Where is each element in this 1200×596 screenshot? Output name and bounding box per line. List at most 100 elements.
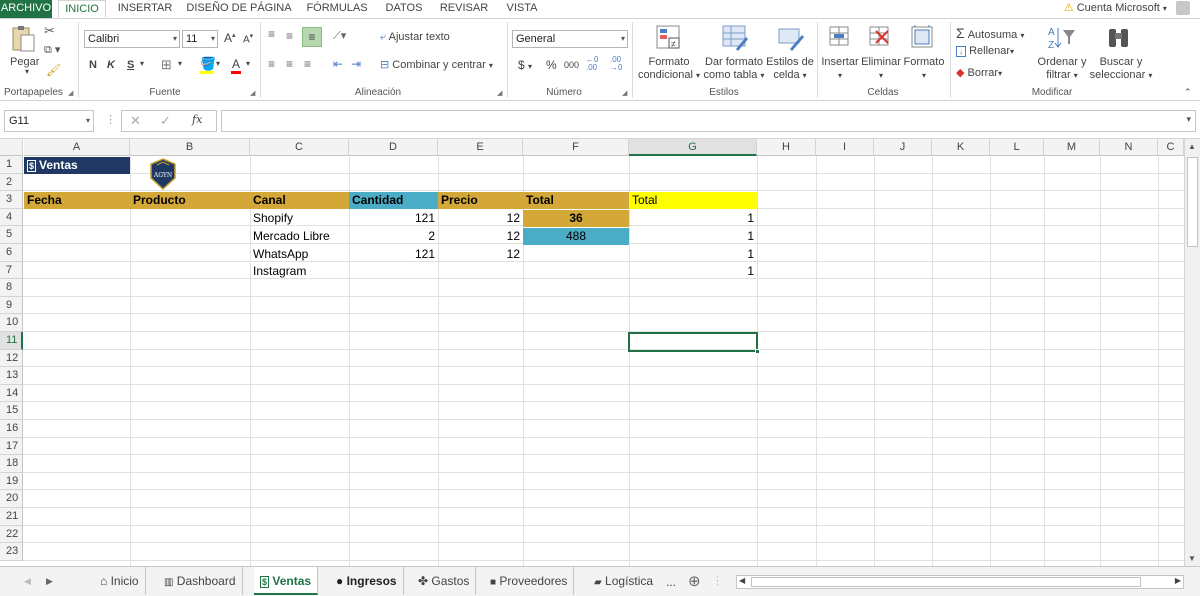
fill-handle[interactable] bbox=[755, 349, 760, 354]
align-right-icon[interactable]: ≡ bbox=[304, 57, 311, 71]
thousands-button[interactable]: 000 bbox=[564, 60, 579, 70]
cell-g6[interactable]: 1 bbox=[629, 246, 757, 263]
scroll-left-icon[interactable]: ◀ bbox=[739, 576, 745, 585]
orientation-icon[interactable]: ⟋▾ bbox=[333, 29, 346, 43]
spreadsheet-grid[interactable]: ABCDEFGHIJKLMNC 1 2 3 4 5 6 7 8 9 10 11 12 13 14 15 16 1… bbox=[0, 139, 1184, 566]
font-name-combo[interactable]: Calibri ▾ bbox=[84, 30, 180, 48]
vertical-scrollbar[interactable]: ▲ ▼ bbox=[1184, 139, 1200, 566]
align-top-icon[interactable]: ≡ bbox=[268, 27, 275, 41]
format-painter-icon[interactable]: 🖌 bbox=[46, 63, 61, 77]
column-header[interactable]: A bbox=[24, 139, 130, 156]
percent-button[interactable]: % bbox=[546, 58, 557, 72]
cell-g7[interactable]: 1 bbox=[629, 263, 757, 280]
column-header[interactable]: J bbox=[874, 139, 932, 156]
sheet-tab-ingresos[interactable]: ● Ingresos bbox=[330, 567, 404, 595]
cell-g5[interactable]: 1 bbox=[629, 228, 757, 245]
launcher-icon[interactable]: ◢ bbox=[497, 89, 502, 97]
tab-archivo[interactable]: ARCHIVO bbox=[0, 0, 52, 18]
sheet-tab-ventas[interactable]: $ Ventas bbox=[254, 567, 319, 595]
find-select-button[interactable]: Buscar y seleccionar ▾ bbox=[1088, 56, 1154, 82]
scrollbar-thumb[interactable] bbox=[1187, 157, 1198, 247]
cell-c5[interactable]: Mercado Libre bbox=[250, 228, 349, 245]
cell-f5[interactable]: 488 bbox=[523, 228, 629, 245]
scroll-up-icon[interactable]: ▲ bbox=[1188, 142, 1196, 151]
delete-cells-icon[interactable] bbox=[868, 25, 892, 49]
tab-diseno-pagina[interactable]: DISEÑO DE PÁGINA bbox=[184, 0, 294, 18]
column-header[interactable]: I bbox=[816, 139, 874, 156]
row-header[interactable]: 20 bbox=[0, 490, 23, 508]
borders-icon[interactable]: ⊞ bbox=[161, 57, 172, 73]
grow-font-button[interactable]: A▴ bbox=[224, 31, 236, 45]
insert-function-button[interactable]: fx bbox=[192, 113, 202, 126]
row-header[interactable]: 16 bbox=[0, 420, 23, 438]
column-header[interactable]: C bbox=[250, 139, 349, 156]
more-options-icon[interactable]: ⋮ bbox=[105, 113, 116, 126]
format-cells-icon[interactable] bbox=[910, 25, 936, 49]
merge-center-button[interactable]: ⊟ Combinar y centrar ▾ bbox=[380, 58, 493, 71]
row-header[interactable]: 1 bbox=[0, 156, 23, 174]
header-total-2[interactable]: Total bbox=[629, 192, 757, 209]
prev-sheet-icon[interactable]: ◀ bbox=[24, 576, 31, 587]
font-size-combo[interactable]: 11 ▾ bbox=[182, 30, 218, 48]
row-header[interactable]: 15 bbox=[0, 402, 23, 420]
tab-inicio[interactable]: INICIO bbox=[58, 0, 106, 18]
cell-c6[interactable]: WhatsApp bbox=[250, 246, 349, 263]
delete-button[interactable]: Eliminar ▾ bbox=[860, 56, 902, 82]
tab-vista[interactable]: VISTA bbox=[500, 0, 544, 18]
next-sheet-icon[interactable]: ▶ bbox=[46, 576, 53, 587]
header-precio[interactable]: Precio bbox=[438, 192, 523, 209]
shrink-font-button[interactable]: A▾ bbox=[243, 32, 253, 45]
column-header[interactable]: D bbox=[349, 139, 438, 156]
row-header[interactable]: 10 bbox=[0, 314, 23, 332]
expand-formula-icon[interactable]: ▾ bbox=[1186, 114, 1191, 125]
sheet-title-cell[interactable]: $ Ventas bbox=[24, 157, 130, 174]
paste-icon[interactable] bbox=[10, 25, 36, 53]
cell-c7[interactable]: Instagram bbox=[250, 263, 349, 280]
row-header[interactable]: 13 bbox=[0, 367, 23, 385]
row-header[interactable]: 7 bbox=[0, 261, 23, 280]
sheet-tab-proveedores[interactable]: ■ Proveedores bbox=[484, 567, 575, 595]
fill-color-icon[interactable]: 🪣 bbox=[200, 56, 216, 72]
number-format-combo[interactable]: General ▾ bbox=[512, 30, 628, 48]
fill-button[interactable]: ↓ Rellenar▾ bbox=[956, 45, 1014, 57]
sort-filter-icon[interactable]: AZ bbox=[1046, 24, 1076, 52]
cell-styles-button[interactable]: Estilos de celda ▾ bbox=[766, 56, 814, 82]
conditional-format-button[interactable]: Formato condicional ▾ bbox=[636, 56, 702, 82]
row-header[interactable]: 11 bbox=[0, 332, 23, 350]
format-table-icon[interactable] bbox=[722, 25, 748, 51]
select-all-corner[interactable] bbox=[0, 139, 23, 156]
row-header[interactable]: 5 bbox=[0, 226, 23, 244]
align-bottom-icon[interactable]: ≡ bbox=[302, 27, 322, 47]
tab-insertar[interactable]: INSERTAR bbox=[114, 0, 176, 18]
clear-button[interactable]: ◆ Borrar▾ bbox=[956, 66, 1002, 79]
confirm-icon[interactable]: ✓ bbox=[160, 113, 171, 129]
align-left-icon[interactable]: ≡ bbox=[268, 57, 275, 71]
cell-d4[interactable]: 121 bbox=[349, 210, 438, 227]
account-menu[interactable]: ⚠ Cuenta Microsoft ▾ bbox=[1064, 0, 1190, 18]
column-header[interactable]: G bbox=[629, 139, 757, 156]
cell-g4[interactable]: 1 bbox=[629, 210, 757, 227]
horizontal-scrollbar[interactable]: ◀ ▶ bbox=[736, 575, 1184, 589]
add-sheet-icon[interactable]: ⊕ bbox=[688, 572, 701, 590]
cell-e6[interactable]: 12 bbox=[438, 246, 523, 263]
decrease-decimal-icon[interactable]: .00 →0 bbox=[610, 56, 622, 72]
cell-f4[interactable]: 36 bbox=[523, 210, 629, 227]
row-header[interactable]: 8 bbox=[0, 279, 23, 297]
font-color-icon[interactable]: A bbox=[232, 57, 240, 71]
row-header[interactable]: 23 bbox=[0, 543, 23, 561]
sheet-tab-logistica[interactable]: ▰ Logística bbox=[588, 567, 659, 595]
column-header[interactable]: F bbox=[523, 139, 629, 156]
account-avatar[interactable] bbox=[1176, 1, 1190, 16]
name-box[interactable]: G11 ▾ bbox=[4, 110, 94, 132]
scroll-right-icon[interactable]: ▶ bbox=[1175, 576, 1181, 585]
row-header[interactable]: 19 bbox=[0, 472, 23, 491]
cut-icon[interactable]: ✂ bbox=[44, 23, 55, 39]
cell-styles-icon[interactable] bbox=[778, 25, 804, 51]
cell-d5[interactable]: 2 bbox=[349, 228, 438, 245]
column-header[interactable]: M bbox=[1044, 139, 1100, 156]
launcher-icon[interactable]: ◢ bbox=[622, 89, 627, 97]
row-header[interactable]: 2 bbox=[0, 173, 23, 192]
wrap-text-button[interactable]: ⤶ Ajustar texto bbox=[380, 31, 450, 44]
increase-indent-icon[interactable]: ⇥ bbox=[351, 57, 361, 71]
column-header[interactable]: B bbox=[130, 139, 250, 156]
